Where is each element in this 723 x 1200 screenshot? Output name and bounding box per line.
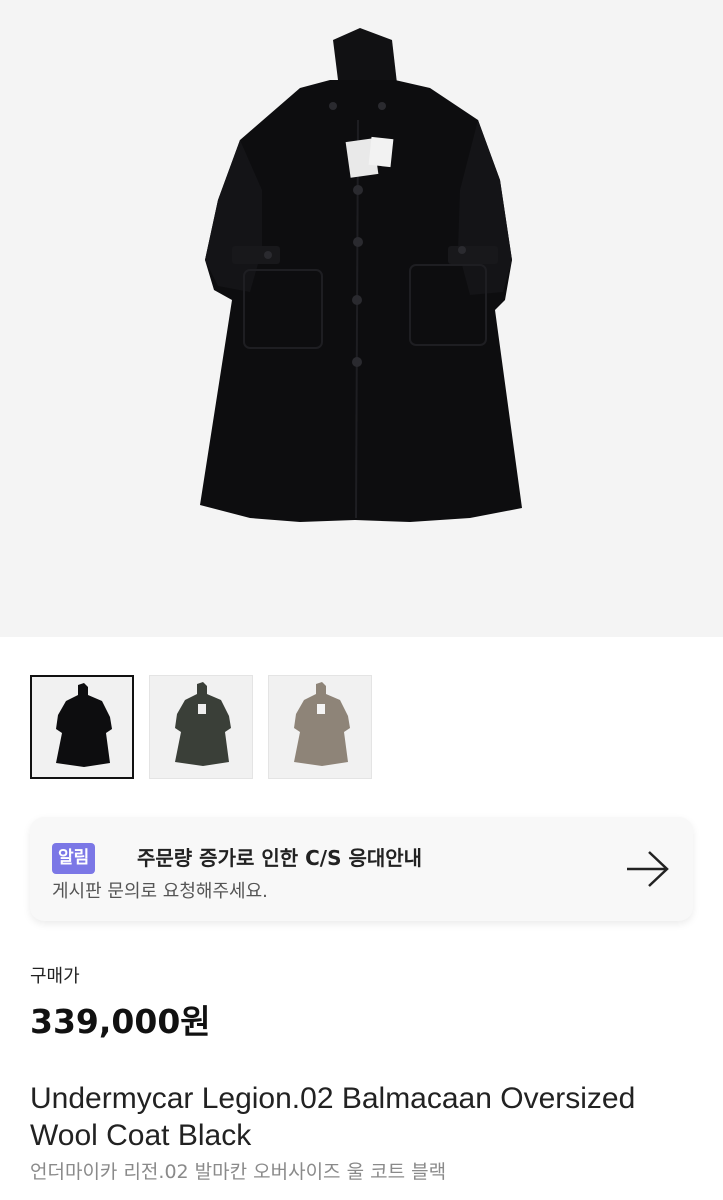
- notice-badge: 알림: [52, 843, 96, 874]
- wool-coat-black-image: [200, 28, 522, 522]
- coat-thumbnail-black: [56, 683, 112, 767]
- notice-subtitle: 게시판 문의로 요청해주세요.: [52, 881, 268, 902]
- arrow-right-icon[interactable]: [625, 849, 671, 889]
- product-main-image[interactable]: [0, 0, 723, 637]
- product-title-ko: 언더마이카 리전.02 발마칸 오버사이즈 울 코트 블랙: [30, 1161, 447, 1183]
- coat-thumbnail-dark-green: [175, 682, 231, 766]
- thumbnail-dark-green[interactable]: [149, 675, 253, 779]
- thumbnail-black[interactable]: [30, 675, 134, 779]
- thumbnail-taupe[interactable]: [268, 675, 372, 779]
- thumbnail-strip: [30, 675, 372, 779]
- notice-title: 주문량 증가로 인한 C/S 응대안내: [137, 846, 423, 870]
- coat-thumbnail-taupe: [294, 682, 350, 766]
- price-value: 339,000원: [30, 1002, 211, 1041]
- cs-notice-banner[interactable]: 알림 주문량 증가로 인한 C/S 응대안내 게시판 문의로 요청해주세요.: [30, 817, 693, 921]
- product-title-en: Undermycar Legion.02 Balmacaan Oversized…: [30, 1082, 636, 1152]
- price-label: 구매가: [30, 966, 80, 987]
